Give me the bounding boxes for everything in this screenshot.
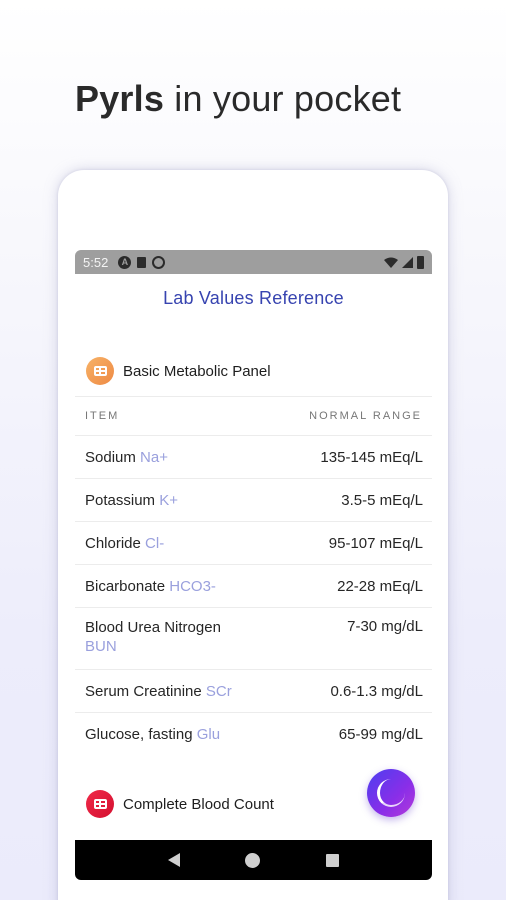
item-range: 3.5-5 mEq/L xyxy=(341,491,423,509)
item-name: Sodium Na+ xyxy=(85,448,168,466)
back-icon[interactable] xyxy=(167,853,180,867)
sim-card-icon xyxy=(137,256,147,268)
phone-screen: 5:52 A Lab Values Reference Basic Metabo… xyxy=(75,250,432,882)
item-abbr: BUN xyxy=(85,638,117,655)
section-basic-metabolic-panel[interactable]: Basic Metabolic Panel xyxy=(75,349,432,393)
wifi-icon xyxy=(384,257,398,268)
item-abbr: HCO3- xyxy=(169,577,216,595)
grid-icon xyxy=(86,790,114,818)
item-range: 22-28 mEq/L xyxy=(337,577,423,595)
table-row[interactable]: Sodium Na+ 135-145 mEq/L xyxy=(75,436,432,479)
item-name: Bicarbonate HCO3- xyxy=(85,577,216,595)
recent-apps-icon[interactable] xyxy=(326,853,340,867)
item-name: Blood Urea Nitrogen BUN xyxy=(85,619,221,655)
table-row[interactable]: Chloride Cl- 95-107 mEq/L xyxy=(75,522,432,565)
item-name: Serum Creatinine SCr xyxy=(85,682,232,700)
signal-icon xyxy=(402,256,413,268)
headline: Pyrls in your pocket xyxy=(75,78,401,120)
item-range: 95-107 mEq/L xyxy=(328,534,423,552)
system-nav-bar xyxy=(75,840,432,880)
item-abbr: SCr xyxy=(205,682,232,700)
table-row[interactable]: Glucose, fasting Glu 65-99 mg/dL xyxy=(75,713,432,756)
item-name: Potassium K+ xyxy=(85,491,178,509)
a-notification-icon: A xyxy=(118,255,132,269)
table-row[interactable]: Blood Urea Nitrogen BUN 7-30 mg/dL xyxy=(75,608,432,670)
headline-brand: Pyrls xyxy=(75,78,165,119)
assistant-fab-button[interactable] xyxy=(367,769,415,817)
table-row[interactable]: Serum Creatinine SCr 0.6-1.3 mg/dL xyxy=(75,670,432,713)
table-row[interactable]: Potassium K+ 3.5-5 mEq/L xyxy=(75,479,432,522)
sync-icon xyxy=(152,255,166,269)
section-label: Complete Blood Count xyxy=(123,795,274,813)
column-header-range: NORMAL RANGE xyxy=(309,410,422,422)
grid-icon xyxy=(86,357,114,385)
item-abbr: Glu xyxy=(196,726,221,743)
page-title: Lab Values Reference xyxy=(163,288,344,308)
table-row[interactable]: Bicarbonate HCO3- 22-28 mEq/L xyxy=(75,565,432,608)
item-range: 7-30 mg/dL xyxy=(347,618,423,635)
item-abbr: K+ xyxy=(159,491,178,509)
table-header: ITEM NORMAL RANGE xyxy=(75,396,432,436)
status-time: 5:52 xyxy=(83,254,109,270)
assistant-icon xyxy=(377,779,405,807)
item-range: 0.6-1.3 mg/dL xyxy=(330,682,423,700)
column-header-item: ITEM xyxy=(85,410,120,422)
status-bar: 5:52 A xyxy=(75,250,432,274)
item-range: 135-145 mEq/L xyxy=(320,448,423,466)
item-range: 65-99 mg/dL xyxy=(338,726,423,743)
home-icon[interactable] xyxy=(245,852,261,868)
item-name: Chloride Cl- xyxy=(85,534,165,552)
section-label: Basic Metabolic Panel xyxy=(123,362,271,380)
item-name: Glucose, fasting Glu xyxy=(85,726,221,743)
battery-icon xyxy=(417,255,424,269)
item-abbr: Na+ xyxy=(140,448,168,466)
headline-rest: in your pocket xyxy=(164,78,402,119)
item-abbr: Cl- xyxy=(145,534,165,552)
